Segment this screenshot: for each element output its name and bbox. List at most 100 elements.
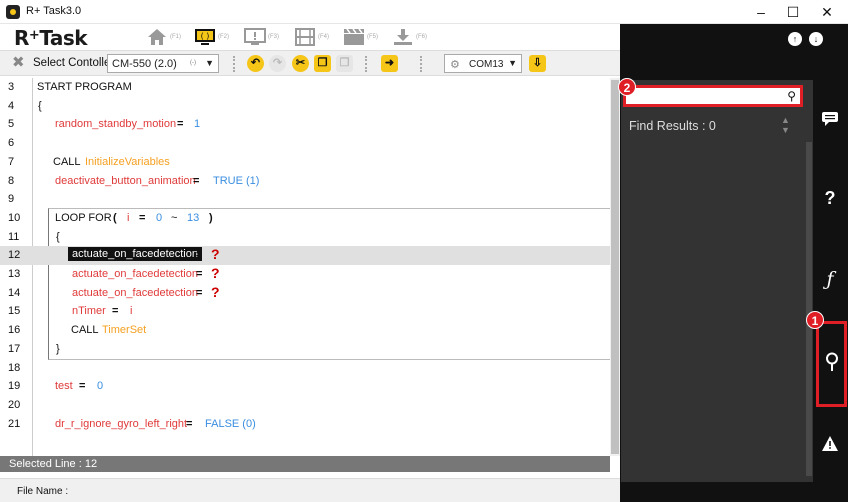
code-line[interactable]: 15 nTimer = i	[0, 302, 610, 321]
minimize-button[interactable]: –	[744, 0, 778, 24]
variable-token: dr_r_ignore_gyro_left_right	[55, 417, 188, 430]
controller-select-value: CM-550 (2.0)	[112, 58, 177, 70]
operator-token: =	[193, 174, 200, 187]
download-tray-icon	[394, 29, 412, 45]
sidebar-find-tab[interactable]	[816, 321, 847, 407]
scissors-icon: ✂	[295, 57, 306, 69]
sidebar-warnings[interactable]	[816, 430, 844, 458]
tab-task-code-shortcut: (F2)	[218, 34, 229, 40]
tab-motion[interactable]: (F4)	[294, 27, 334, 47]
code-line[interactable]: 5 random_standby_motion = 1	[0, 115, 610, 134]
download-to-device-icon: ⇩	[532, 57, 543, 69]
maximize-button[interactable]: ☐	[776, 0, 810, 24]
tab-clapper-shortcut: (F5)	[367, 34, 378, 40]
find-prev-icon[interactable]: ▲	[781, 115, 790, 125]
code-editor[interactable]: 3 START PROGRAM 4{5 random_standby_motion = 1…	[0, 78, 610, 456]
selected-line-status: Selected Line : 12	[9, 458, 98, 470]
code-line[interactable]: 6	[0, 134, 610, 153]
code-line[interactable]: 21 dr_r_ignore_gyro_left_right = FALSE (0)	[0, 415, 610, 434]
copy-icon: ❐	[317, 57, 328, 69]
keyword-token: CALL	[71, 324, 99, 337]
redo-icon: ↷	[272, 57, 283, 69]
code-line[interactable]: 12 actuate_on_facedetection =?	[0, 246, 610, 265]
download-icon[interactable]: ↓	[809, 32, 823, 46]
find-navigation[interactable]: ▲ ▼	[781, 115, 790, 135]
toolbar-divider	[420, 56, 422, 72]
code-line[interactable]: 7 CALL InitializeVariables	[0, 153, 610, 172]
tab-task-code[interactable]: ( ) (F2)	[194, 27, 234, 47]
find-results-scrollbar[interactable]	[806, 142, 812, 476]
code-line[interactable]: 11 {	[0, 228, 610, 247]
line-number: 6	[8, 137, 15, 150]
code-line[interactable]: 16 CALL TimerSet	[0, 321, 610, 340]
find-search-box[interactable]: ⚲	[623, 85, 803, 107]
upload-icon[interactable]: ↑	[788, 32, 802, 46]
value-token: 13	[187, 211, 200, 224]
line-number: 21	[8, 417, 21, 430]
tab-monitor-info-shortcut: (F3)	[268, 34, 279, 40]
keyword-token: }	[56, 342, 60, 355]
logo-r: R	[14, 26, 29, 50]
function-icon: ƒ	[826, 268, 834, 290]
line-number: 16	[8, 324, 21, 337]
app-logo: R+Task	[14, 26, 88, 50]
paste-icon: ❐	[339, 57, 350, 69]
tab-download[interactable]: (F6)	[392, 27, 432, 47]
code-line[interactable]: 17}	[0, 340, 610, 359]
value-token: 0	[97, 380, 104, 393]
value-token: FALSE (0)	[205, 417, 256, 430]
find-next-icon[interactable]: ▼	[781, 125, 790, 135]
com-port-select[interactable]: ⚙ COM13 ▼	[444, 54, 522, 73]
line-number: 13	[8, 268, 21, 280]
app-header: R+Task (F1) ( ) (F2) (F3) (F4) (F5) (F6)	[0, 24, 620, 50]
help-icon: ?	[824, 188, 836, 208]
code-line[interactable]: 14 actuate_on_facedetection =?	[0, 284, 610, 303]
variable-token: test	[55, 380, 73, 393]
sidebar-messages[interactable]	[816, 108, 844, 136]
tab-home-shortcut: (F1)	[170, 34, 181, 40]
code-line[interactable]: 13 actuate_on_facedetection =?	[0, 265, 610, 284]
redo-button[interactable]: ↷	[269, 55, 286, 72]
copy-button[interactable]: ❐	[314, 55, 331, 72]
code-line[interactable]: 9	[0, 190, 610, 209]
operator-token: )	[209, 211, 213, 224]
line-number: 8	[8, 174, 15, 187]
search-icon[interactable]: ⚲	[787, 89, 796, 103]
tab-monitor-info[interactable]: (F3)	[244, 27, 284, 47]
variable-token: actuate_on_facedetection	[72, 268, 198, 280]
sidebar-help[interactable]: ?	[816, 188, 844, 216]
tab-home[interactable]: (F1)	[146, 27, 186, 47]
line-number: 3	[8, 81, 15, 93]
sidebar-functions[interactable]: ƒ	[816, 268, 844, 296]
logo-task: Task	[39, 26, 88, 50]
close-button[interactable]: ✕	[810, 0, 844, 24]
variable-token: i	[130, 305, 133, 318]
code-line[interactable]: 10 LOOP FOR(i = 0 ~13)	[0, 209, 610, 228]
code-line[interactable]: 20	[0, 396, 610, 415]
code-line[interactable]: 4{	[0, 97, 610, 116]
undo-button[interactable]: ↶	[247, 55, 264, 72]
code-line[interactable]: 3 START PROGRAM	[0, 78, 610, 97]
find-search-input[interactable]	[629, 89, 779, 103]
export-button[interactable]: ➜	[381, 55, 398, 72]
variable-token: random_standby_motion	[55, 118, 177, 131]
code-line[interactable]: 8 deactivate_button_animation = TRUE (1)	[0, 172, 610, 191]
line-number: 17	[8, 342, 21, 355]
missing-value-token: ?	[211, 265, 220, 281]
controller-select[interactable]: CM-550 (2.0) (-) ▼	[107, 54, 219, 73]
download-to-robot-button[interactable]: ⇩	[529, 55, 546, 72]
line-number: 14	[8, 286, 21, 299]
variable-token: i	[127, 211, 130, 224]
tab-clapper[interactable]: (F5)	[343, 27, 383, 47]
paste-button[interactable]: ❐	[336, 55, 353, 72]
find-results-count: Find Results : 0	[629, 119, 716, 133]
toolbar: ✖ Select Contoller CM-550 (2.0) (-) ▼ ↶ …	[0, 50, 620, 76]
value-token: 0	[156, 211, 163, 224]
warning-icon	[822, 436, 838, 451]
cut-button[interactable]: ✂	[292, 55, 309, 72]
operator-token: =	[196, 268, 203, 280]
code-line[interactable]: 18	[0, 359, 610, 378]
editor-scrollbar-thumb[interactable]	[611, 80, 619, 454]
selected-variable-token: actuate_on_facedetection	[68, 247, 202, 262]
code-line[interactable]: 19 test = 0	[0, 377, 610, 396]
